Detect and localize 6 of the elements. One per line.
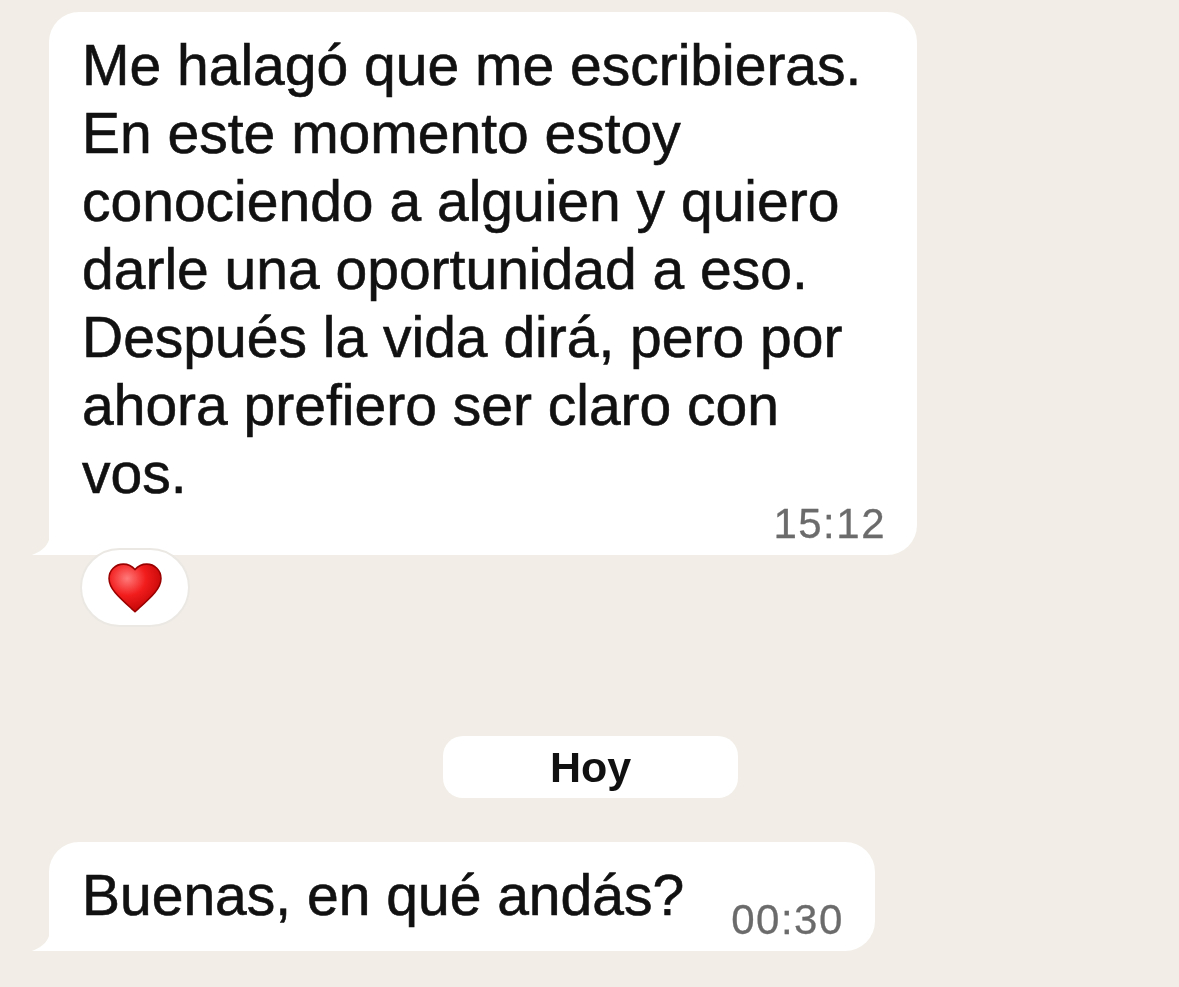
heart-icon xyxy=(108,562,162,613)
message-time: 15:12 xyxy=(773,507,886,541)
message-time: 00:30 xyxy=(731,903,844,937)
message-text: Buenas, en qué andás? xyxy=(82,862,685,929)
date-chip: Hoy xyxy=(443,736,738,798)
message-text: Me halagó que me escribieras. En este momento estoy conociendo a alguien y quiero darle una oportunidad a eso. Después la vida dirá, pero por ahora prefiero ser claro con vos. xyxy=(82,32,863,507)
